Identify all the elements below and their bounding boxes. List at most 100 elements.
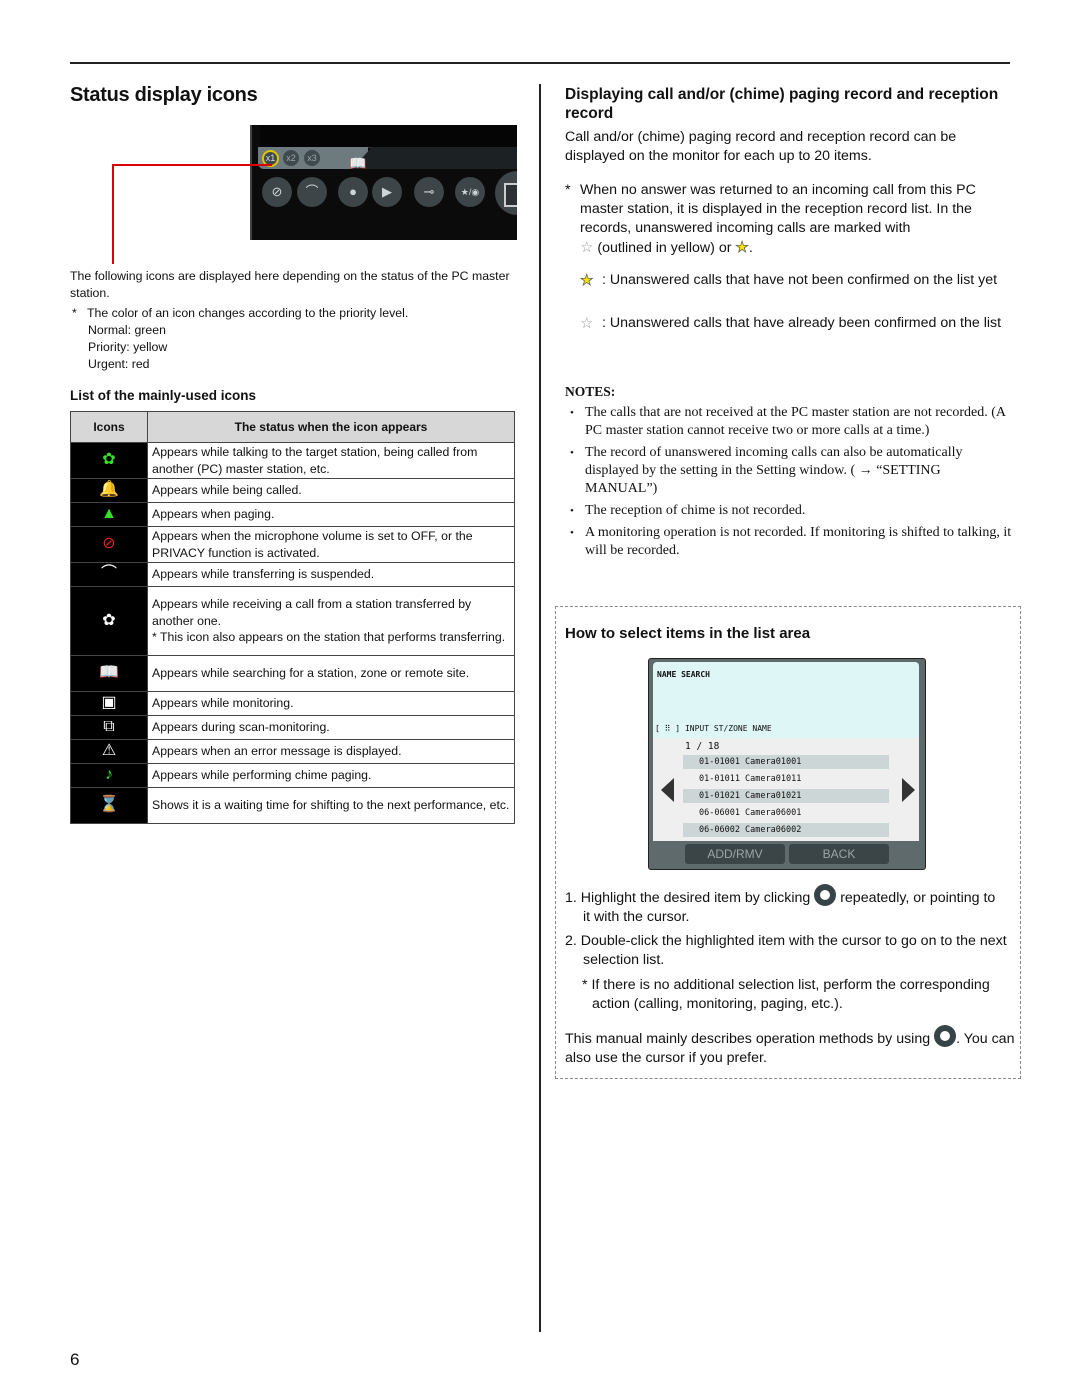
row-text: Appears while monitoring. <box>147 691 515 716</box>
next-page-arrow[interactable] <box>902 778 915 802</box>
search-result-list: 1 / 18 01-01001 Camera01001 01-01011 Cam… <box>653 738 919 841</box>
bell-icon: 🔔 <box>70 478 148 503</box>
row-text: Appears when an error message is display… <box>147 739 515 764</box>
icon-table: Icons The status when the icon appears ✿… <box>70 411 515 824</box>
asterisk: * <box>565 182 571 198</box>
row-text: Appears while performing chime paging. <box>147 763 515 788</box>
transfer-button[interactable]: ⌒ <box>297 177 327 207</box>
column-header-icons: Icons <box>70 411 148 443</box>
note-item: The reception of chime is not recorded. <box>570 502 1015 520</box>
row-text: Appears during scan-monitoring. <box>147 715 515 740</box>
table-row: ▣ Appears while monitoring. <box>70 691 515 716</box>
priority-note: The color of an icon changes according t… <box>87 306 409 320</box>
row-main-text: Appears while receiving a call from a st… <box>152 597 472 628</box>
column-divider <box>539 84 541 1332</box>
monitor-icon: ▣ <box>70 691 148 716</box>
top-rule <box>70 62 1010 64</box>
table-row: ▲ Appears when paging. <box>70 502 515 527</box>
note-item: The record of unanswered incoming calls … <box>570 444 1015 498</box>
column-header-status: The status when the icon appears <box>147 411 515 443</box>
warning-icon: ⚠ <box>70 739 148 764</box>
priority-x2-button[interactable]: x2 <box>283 150 299 166</box>
scan-button[interactable]: ★/◉ <box>455 177 485 207</box>
intro-text: The following icons are displayed here d… <box>70 269 510 300</box>
book-search-icon: 📖 <box>349 155 367 171</box>
row-text: Shows it is a waiting time for shifting … <box>147 787 515 824</box>
row-text: Appears while receiving a call from a st… <box>147 586 515 656</box>
unanswered-note: When no answer was returned to an incomi… <box>580 182 976 257</box>
page-title: Status display icons <box>70 84 258 106</box>
scan-monitor-icon: ⧉ <box>70 715 148 740</box>
callout-line <box>112 164 272 166</box>
name-search-screen: NAME SEARCH [ ⠿ ] INPUT ST/ZONE NAME 1 /… <box>648 658 926 870</box>
back-button[interactable]: BACK <box>789 844 889 864</box>
notes-list: The calls that are not received at the P… <box>570 404 1015 564</box>
prev-page-arrow[interactable] <box>661 778 674 802</box>
dpad-icon <box>814 884 837 906</box>
play-button[interactable]: ▶ <box>372 177 402 207</box>
list-item[interactable]: 06-06001 Camera06001 <box>683 806 889 820</box>
list-item[interactable]: 06-06002 Camera06002 <box>683 823 889 837</box>
footer-text: This manual mainly describes operation m… <box>565 1025 1015 1068</box>
add-remove-button[interactable]: ADD/RMV <box>685 844 785 864</box>
step-2: 2. Double-click the highlighted item wit… <box>565 933 1007 968</box>
star-outline-icon: ☆ <box>580 239 594 256</box>
row-text: Appears while talking to the target stat… <box>147 442 515 479</box>
row-text: Appears while being called. <box>147 478 515 503</box>
book-search-icon: 📖 <box>70 655 148 692</box>
page-number: 6 <box>70 1350 80 1369</box>
note-item: A monitoring operation is not recorded. … <box>570 524 1015 560</box>
mic-off-icon: ⊘ <box>70 526 148 563</box>
table-row: 📖 Appears while searching for a station,… <box>70 655 515 692</box>
star-outline-icon: ☆ <box>580 315 594 332</box>
name-input-label[interactable]: [ ⠿ ] INPUT ST/ZONE NAME <box>655 724 772 733</box>
priority-priority: Priority: yellow <box>88 340 168 354</box>
callout-line-vertical <box>112 164 114 264</box>
record-heading: Displaying call and/or (chime) paging re… <box>565 86 999 122</box>
list-item[interactable]: 01-01011 Camera01011 <box>683 772 889 786</box>
priority-normal: Normal: green <box>88 323 166 337</box>
transfer-suspended-icon: ⌒ <box>70 562 148 587</box>
dpad-icon <box>934 1025 957 1047</box>
row-text: Appears when the microphone volume is se… <box>147 526 515 563</box>
table-row: ⧉ Appears during scan-monitoring. <box>70 715 515 740</box>
list-heading: List of the mainly-used icons <box>70 388 257 403</box>
priority-urgent: Urgent: red <box>88 357 150 371</box>
star-filled-icon: ★ <box>580 272 594 290</box>
list-item[interactable]: 01-01021 Camera01021 <box>683 789 889 803</box>
privacy-button[interactable]: ⊘ <box>262 177 292 207</box>
paging-icon: ▲ <box>70 502 148 527</box>
note-asterisk: * <box>72 306 77 320</box>
talking-icon: ✿ <box>70 442 148 479</box>
row-text: Appears when paging. <box>147 502 515 527</box>
monitor-button[interactable] <box>495 171 517 215</box>
table-row: ♪ Appears while performing chime paging. <box>70 763 515 788</box>
priority-x3-button[interactable]: x3 <box>304 150 320 166</box>
hourglass-icon: ⌛ <box>70 787 148 824</box>
table-row: 🔔 Appears while being called. <box>70 478 515 503</box>
table-row: ⌒ Appears while transferring is suspende… <box>70 562 515 587</box>
key-button[interactable]: ⊸ <box>414 177 444 207</box>
name-search-title: NAME SEARCH <box>657 670 710 679</box>
table-row: ⌛ Shows it is a waiting time for shiftin… <box>70 787 515 824</box>
row-text: Appears while searching for a station, z… <box>147 655 515 692</box>
notes-title: NOTES: <box>565 384 616 399</box>
row-text: Appears while transferring is suspended. <box>147 562 515 587</box>
music-note-icon: ♪ <box>70 763 148 788</box>
step-note: * If there is no additional selection li… <box>582 977 990 1012</box>
step-1: 1. Highlight the desired item by clickin… <box>565 884 1005 927</box>
record-button[interactable]: ● <box>338 177 368 207</box>
list-item[interactable]: 01-01001 Camera01001 <box>683 755 889 769</box>
monitor-icon <box>504 183 517 207</box>
transferred-call-icon: ✿ <box>70 586 148 656</box>
table-row: ⚠ Appears when an error message is displ… <box>70 739 515 764</box>
legend-item-unconfirmed: ★ : Unanswered calls that have not been … <box>580 272 998 290</box>
table-row: ✿ Appears while talking to the target st… <box>70 442 515 479</box>
record-intro: Call and/or (chime) paging record and re… <box>565 129 957 164</box>
page-indicator: 1 / 18 <box>685 741 720 752</box>
star-filled-icon: ★ <box>735 239 749 257</box>
select-heading: How to select items in the list area <box>565 625 811 642</box>
note-item: The calls that are not received at the P… <box>570 404 1015 440</box>
legend-item-confirmed: ☆ : Unanswered calls that have already b… <box>580 315 1002 332</box>
toolbar-screenshot: x1 x2 x3 📖 ⊘ ⌒ ● ▶ ⊸ ★/◉ <box>250 125 517 240</box>
